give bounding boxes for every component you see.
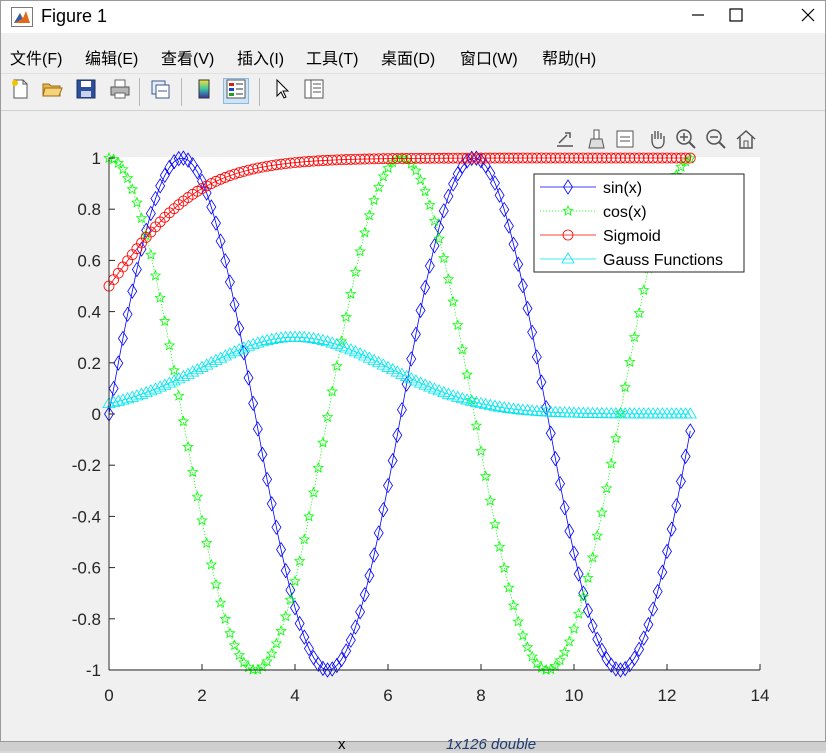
x-tick-label: 4 [290, 686, 299, 705]
series-point [168, 364, 180, 376]
series-point [521, 641, 534, 653]
x-tick-label: 12 [658, 686, 677, 705]
series-point [498, 562, 511, 574]
series-point [363, 209, 376, 221]
series-point [326, 385, 338, 397]
series-point [186, 466, 199, 478]
series-point [377, 170, 390, 182]
series-point [358, 226, 371, 238]
series-point [265, 647, 278, 659]
series-point [163, 339, 176, 351]
y-tick-label: -0.4 [72, 507, 101, 526]
series-point [479, 470, 492, 482]
series-point [628, 331, 641, 343]
series-point [554, 654, 566, 666]
series-point [419, 185, 431, 197]
series-point [428, 214, 441, 226]
legend-label: sin(x) [603, 180, 642, 197]
x-tick-label: 2 [197, 686, 206, 705]
chart-svg: 0 2 4 6 8 10 12 14 1 0.8 0.6 0.4 0.2 0 -0.2 -0.4 -0.6 -0.… [72, 149, 770, 705]
series-point [493, 540, 506, 552]
series-point [121, 172, 134, 184]
series-point [228, 639, 241, 651]
series-point [252, 663, 264, 675]
y-tick-label: -0.2 [72, 456, 101, 475]
legend-label: Sigmoid [603, 228, 661, 245]
series-point [637, 284, 650, 296]
x-tick-label: 14 [751, 686, 770, 705]
x-tick-label: 8 [476, 686, 485, 705]
series-point [447, 295, 459, 307]
series-point [456, 343, 469, 355]
y-tick-label: 0.2 [77, 354, 101, 373]
series-point [177, 415, 190, 427]
series-point [307, 486, 320, 498]
workspace-strip [0, 742, 826, 751]
series-point [633, 307, 645, 319]
x-tick-label: 10 [565, 686, 584, 705]
y-tick-label: 0 [92, 405, 101, 424]
series-line [108, 336, 691, 415]
series-point [298, 533, 311, 545]
series-point [159, 315, 171, 327]
series-point [214, 596, 227, 608]
legend-label: Gauss Functions [603, 252, 723, 269]
workspace-var-name: x [338, 736, 346, 753]
series-point [507, 599, 520, 611]
series-point [605, 457, 617, 469]
series-point [619, 381, 631, 393]
series-point [526, 650, 538, 662]
series-point [558, 646, 571, 658]
series-point [312, 461, 325, 473]
y-tick-label: 0.8 [77, 200, 101, 219]
y-tick-label: -1 [86, 661, 101, 680]
series-point [685, 423, 696, 439]
workspace-var-value: 1x126 double [446, 736, 537, 753]
series-point [582, 571, 594, 583]
legend-label: cos(x) [603, 204, 647, 221]
series-point [372, 181, 385, 193]
series-point [438, 252, 450, 264]
series-point [572, 607, 585, 619]
y-tick-label: -0.8 [72, 610, 101, 629]
series-point [503, 581, 515, 593]
y-tick-label: 0.6 [77, 251, 101, 270]
series-point [154, 291, 166, 303]
series-point [270, 637, 283, 649]
y-tick-label: 1 [92, 149, 101, 168]
series-point [484, 494, 497, 506]
series-point [442, 273, 455, 285]
series-point [345, 287, 357, 299]
series-gauss-functions [102, 330, 697, 419]
series-point [126, 183, 139, 195]
series-point [563, 635, 576, 647]
series-point [340, 311, 352, 323]
series-point [451, 319, 464, 331]
series-point [135, 212, 148, 224]
y-tick-label: -0.6 [72, 559, 101, 578]
y-tick-label: 0.4 [77, 303, 101, 322]
series-point [586, 551, 599, 563]
series-point [317, 436, 329, 448]
series-point [112, 157, 125, 169]
x-tick-label: 0 [104, 686, 113, 705]
x-tick-label: 6 [383, 686, 392, 705]
series-point [470, 419, 483, 431]
